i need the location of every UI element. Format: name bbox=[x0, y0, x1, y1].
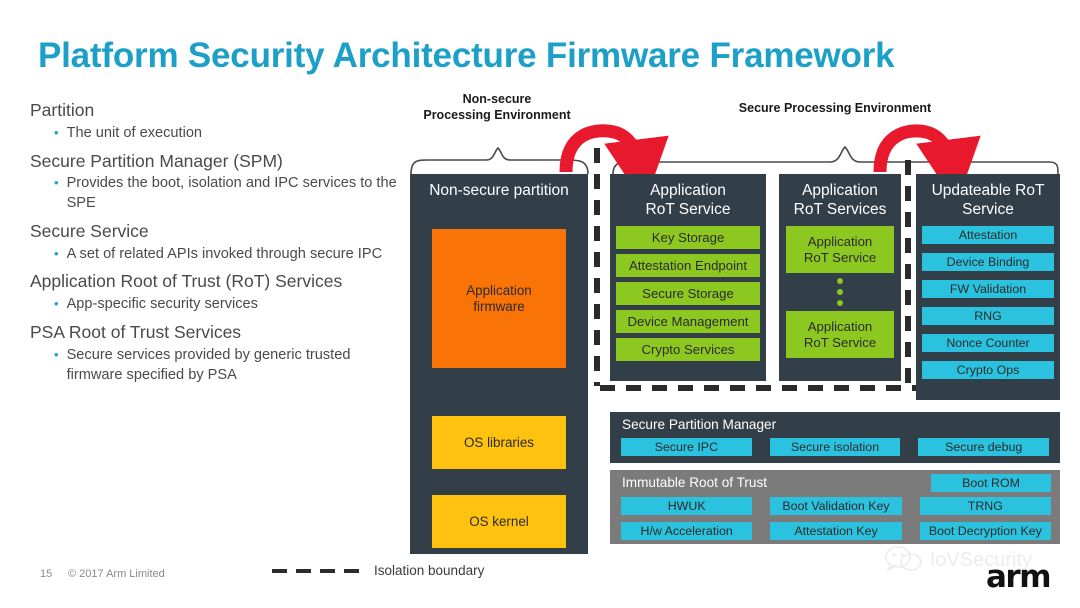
service-secure-debug[interactable]: Secure debug bbox=[918, 438, 1050, 456]
label-secure-processing-environment: Secure Processing Environment bbox=[738, 101, 932, 115]
arrow-approts-to-updrot bbox=[873, 124, 981, 205]
service-secure-storage[interactable]: Secure Storage bbox=[616, 282, 760, 305]
copyright-text: © 2017 Arm Limited bbox=[68, 568, 165, 580]
block-os-kernel[interactable]: OS kernel bbox=[432, 495, 566, 548]
panel-secure-partition-manager: Secure Partition Manager Secure IPC Secu… bbox=[610, 412, 1060, 463]
service-attestation-endpoint[interactable]: Attestation Endpoint bbox=[616, 254, 760, 277]
panel-title-application-rot-services: Application RoT Services bbox=[793, 182, 887, 219]
application-rot-service-list: Key Storage Attestation Endpoint Secure … bbox=[616, 226, 760, 366]
block-os-libraries[interactable]: OS libraries bbox=[432, 416, 566, 469]
architecture-diagram: Non-secure Processing Environment Secure… bbox=[0, 0, 1080, 608]
application-rot-services-list: Application RoT Service Application RoT … bbox=[786, 226, 894, 358]
updateable-rot-service-list: Attestation Device Binding FW Validation… bbox=[922, 226, 1054, 388]
panel-title-application-rot-service: Application RoT Service bbox=[645, 182, 731, 219]
service-rng[interactable]: RNG bbox=[922, 307, 1054, 325]
service-attestation-key[interactable]: Attestation Key bbox=[770, 522, 902, 540]
page-number: 15 bbox=[40, 568, 53, 580]
brace-secure bbox=[612, 145, 1059, 175]
immutable-rot-top-right: Boot ROM bbox=[931, 474, 1051, 492]
service-application-rot-service-last[interactable]: Application RoT Service bbox=[786, 311, 894, 358]
service-trng[interactable]: TRNG bbox=[919, 497, 1051, 515]
service-secure-ipc[interactable]: Secure IPC bbox=[621, 438, 752, 456]
legend-isolation-boundary: Isolation boundary bbox=[272, 563, 484, 578]
panel-title-nonsecure-partition: Non-secure partition bbox=[429, 182, 569, 199]
panel-immutable-root-of-trust: Immutable Root of Trust Boot ROM HWUK Bo… bbox=[610, 470, 1060, 544]
block-application-firmware[interactable]: Application firmware bbox=[432, 229, 566, 368]
service-device-management[interactable]: Device Management bbox=[616, 310, 760, 333]
service-attestation[interactable]: Attestation bbox=[922, 226, 1054, 244]
panel-title-immutable-root-of-trust: Immutable Root of Trust bbox=[622, 475, 768, 490]
service-application-rot-service-first[interactable]: Application RoT Service bbox=[786, 226, 894, 273]
vertical-ellipsis-icon bbox=[786, 273, 894, 311]
service-boot-rom[interactable]: Boot ROM bbox=[931, 474, 1051, 492]
nonsecure-partition-blocks: Application firmware OS libraries OS ker… bbox=[432, 229, 566, 548]
arm-logo: arm bbox=[985, 559, 1052, 595]
service-device-binding[interactable]: Device Binding bbox=[922, 253, 1054, 271]
brace-nonsecure bbox=[410, 146, 589, 175]
legend-label: Isolation boundary bbox=[374, 563, 485, 578]
secure-partition-manager-list: Secure IPC Secure isolation Secure debug bbox=[621, 438, 1050, 456]
service-key-storage[interactable]: Key Storage bbox=[616, 226, 760, 249]
service-crypto-ops[interactable]: Crypto Ops bbox=[922, 361, 1054, 379]
service-boot-validation-key[interactable]: Boot Validation Key bbox=[770, 497, 902, 515]
arrow-nspe-to-approt bbox=[559, 124, 669, 205]
panel-title-secure-partition-manager: Secure Partition Manager bbox=[622, 417, 777, 432]
service-hwuk[interactable]: HWUK bbox=[621, 497, 753, 515]
service-boot-decryption-key[interactable]: Boot Decryption Key bbox=[919, 522, 1051, 540]
service-nonce-counter[interactable]: Nonce Counter bbox=[922, 334, 1054, 352]
label-nonsecure-processing-environment: Non-secure Processing Environment bbox=[423, 92, 571, 122]
service-secure-isolation[interactable]: Secure isolation bbox=[769, 438, 901, 456]
service-hw-acceleration[interactable]: H/w Acceleration bbox=[621, 522, 753, 540]
service-crypto-services[interactable]: Crypto Services bbox=[616, 338, 760, 361]
wechat-icon bbox=[884, 546, 922, 573]
dashed-line-icon bbox=[272, 568, 359, 573]
panel-title-updateable-rot-service: Updateable RoT Service bbox=[931, 182, 1045, 219]
service-fw-validation[interactable]: FW Validation bbox=[922, 280, 1054, 298]
immutable-root-of-trust-list: HWUK Boot Validation Key TRNG H/w Accele… bbox=[621, 497, 1051, 540]
